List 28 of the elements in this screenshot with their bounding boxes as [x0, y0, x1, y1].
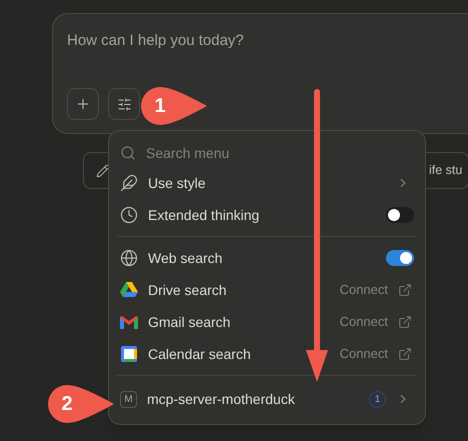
step-callout: 2 — [47, 384, 115, 424]
pencil-icon — [96, 164, 110, 178]
plus-icon — [75, 96, 91, 112]
tools-button[interactable] — [108, 88, 140, 120]
mail-logo-icon — [120, 315, 138, 329]
menu-item[interactable]: Extended thinking — [117, 199, 417, 231]
toggle-switch[interactable] — [386, 207, 414, 223]
toggle-switch[interactable] — [386, 250, 414, 266]
external-link-icon — [398, 283, 412, 297]
sliders-icon — [116, 96, 132, 112]
message-input[interactable]: How can I help you today? — [67, 28, 367, 52]
server-initial-icon: M — [120, 390, 137, 408]
search-field[interactable]: Search menu — [146, 142, 346, 164]
menu-item[interactable]: Drive search Connect — [117, 274, 417, 306]
external-link-icon — [398, 315, 412, 329]
menu-item[interactable]: Web search — [117, 242, 417, 274]
menu-item[interactable]: Gmail search Connect — [117, 306, 417, 338]
feather-icon — [120, 174, 138, 192]
search-icon — [120, 145, 136, 161]
count-badge: 1 — [369, 390, 386, 408]
globe-icon — [120, 249, 138, 267]
menu-item[interactable]: Use style — [117, 167, 417, 199]
calendar-logo-icon — [120, 346, 138, 362]
menu-item[interactable]: M mcp-server-motherduck 1 — [117, 383, 417, 415]
step-callout: 1 — [140, 86, 208, 126]
external-link-icon — [398, 347, 412, 361]
drive-logo-icon — [120, 282, 138, 298]
clock-icon — [120, 206, 138, 224]
